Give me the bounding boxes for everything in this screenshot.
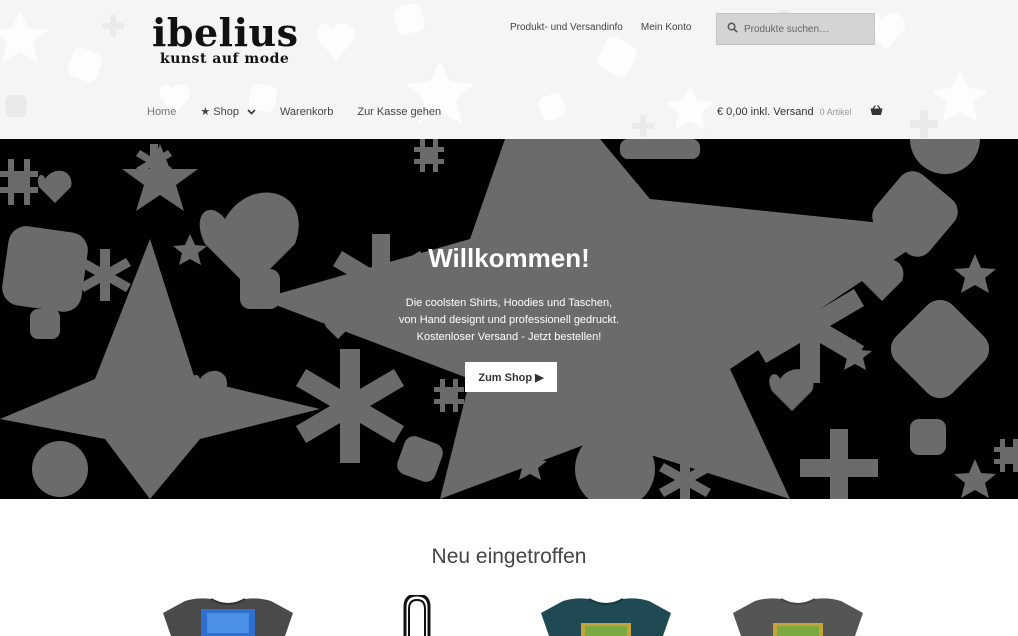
product-card[interactable] — [733, 595, 863, 636]
product-card[interactable] — [393, 593, 441, 636]
main-nav: Home ★ Shop Warenkorb Zur Kasse gehen — [147, 105, 465, 119]
site-header: ibelius kunst auf mode Produkt- und Vers… — [0, 0, 1018, 139]
cart-amount: € 0,00 inkl. Versand — [717, 106, 814, 118]
header-cart[interactable]: € 0,00 inkl. Versand 0 Artikel — [717, 105, 883, 119]
hero-text: Die coolsten Shirts, Hoodies und Taschen… — [0, 295, 1018, 346]
logo-title: ibelius — [152, 10, 299, 55]
nav-item-cart[interactable]: Warenkorb — [280, 106, 333, 118]
site-logo[interactable]: ibelius kunst auf mode — [152, 14, 307, 70]
secondary-nav: Produkt- und Versandinfo Mein Konto — [510, 22, 691, 33]
hero-text-line: Kostenloser Versand - Jetzt bestellen! — [416, 331, 602, 343]
product-image-tshirt[interactable] — [733, 595, 863, 636]
shop-button[interactable]: Zum Shop ▶ — [465, 362, 557, 392]
hero-text-line: Die coolsten Shirts, Hoodies und Taschen… — [405, 297, 613, 309]
logo-tagline: kunst auf mode — [160, 51, 290, 67]
product-image-bag[interactable] — [393, 593, 441, 636]
search-icon[interactable] — [727, 20, 738, 38]
hero-title: Willkommen! — [428, 243, 590, 273]
nav-item-home[interactable]: Home — [147, 106, 176, 118]
product-card[interactable] — [541, 595, 671, 636]
nav-link-product-shipping-info[interactable]: Produkt- und Versandinfo — [510, 22, 623, 33]
search-input[interactable] — [744, 23, 864, 35]
basket-icon[interactable] — [870, 105, 883, 119]
product-card[interactable] — [163, 595, 293, 636]
search-box[interactable] — [716, 13, 875, 45]
chevron-down-icon[interactable] — [247, 106, 256, 118]
cart-item-count: 0 Artikel — [819, 107, 852, 117]
nav-item-checkout[interactable]: Zur Kasse gehen — [357, 106, 441, 118]
hero-banner: Willkommen! Die coolsten Shirts, Hoodies… — [0, 139, 1018, 499]
product-image-tshirt[interactable] — [541, 595, 671, 636]
section-title-new-arrivals: Neu eingetroffen — [431, 545, 587, 568]
product-image-tshirt[interactable] — [163, 595, 293, 636]
hero-content: Willkommen! Die coolsten Shirts, Hoodies… — [0, 139, 1018, 499]
nav-item-shop[interactable]: ★ Shop — [200, 105, 256, 118]
nav-link-my-account[interactable]: Mein Konto — [641, 22, 692, 33]
nav-item-shop-label: ★ Shop — [200, 106, 239, 118]
hero-text-line: von Hand designt und professionell gedru… — [398, 314, 620, 326]
